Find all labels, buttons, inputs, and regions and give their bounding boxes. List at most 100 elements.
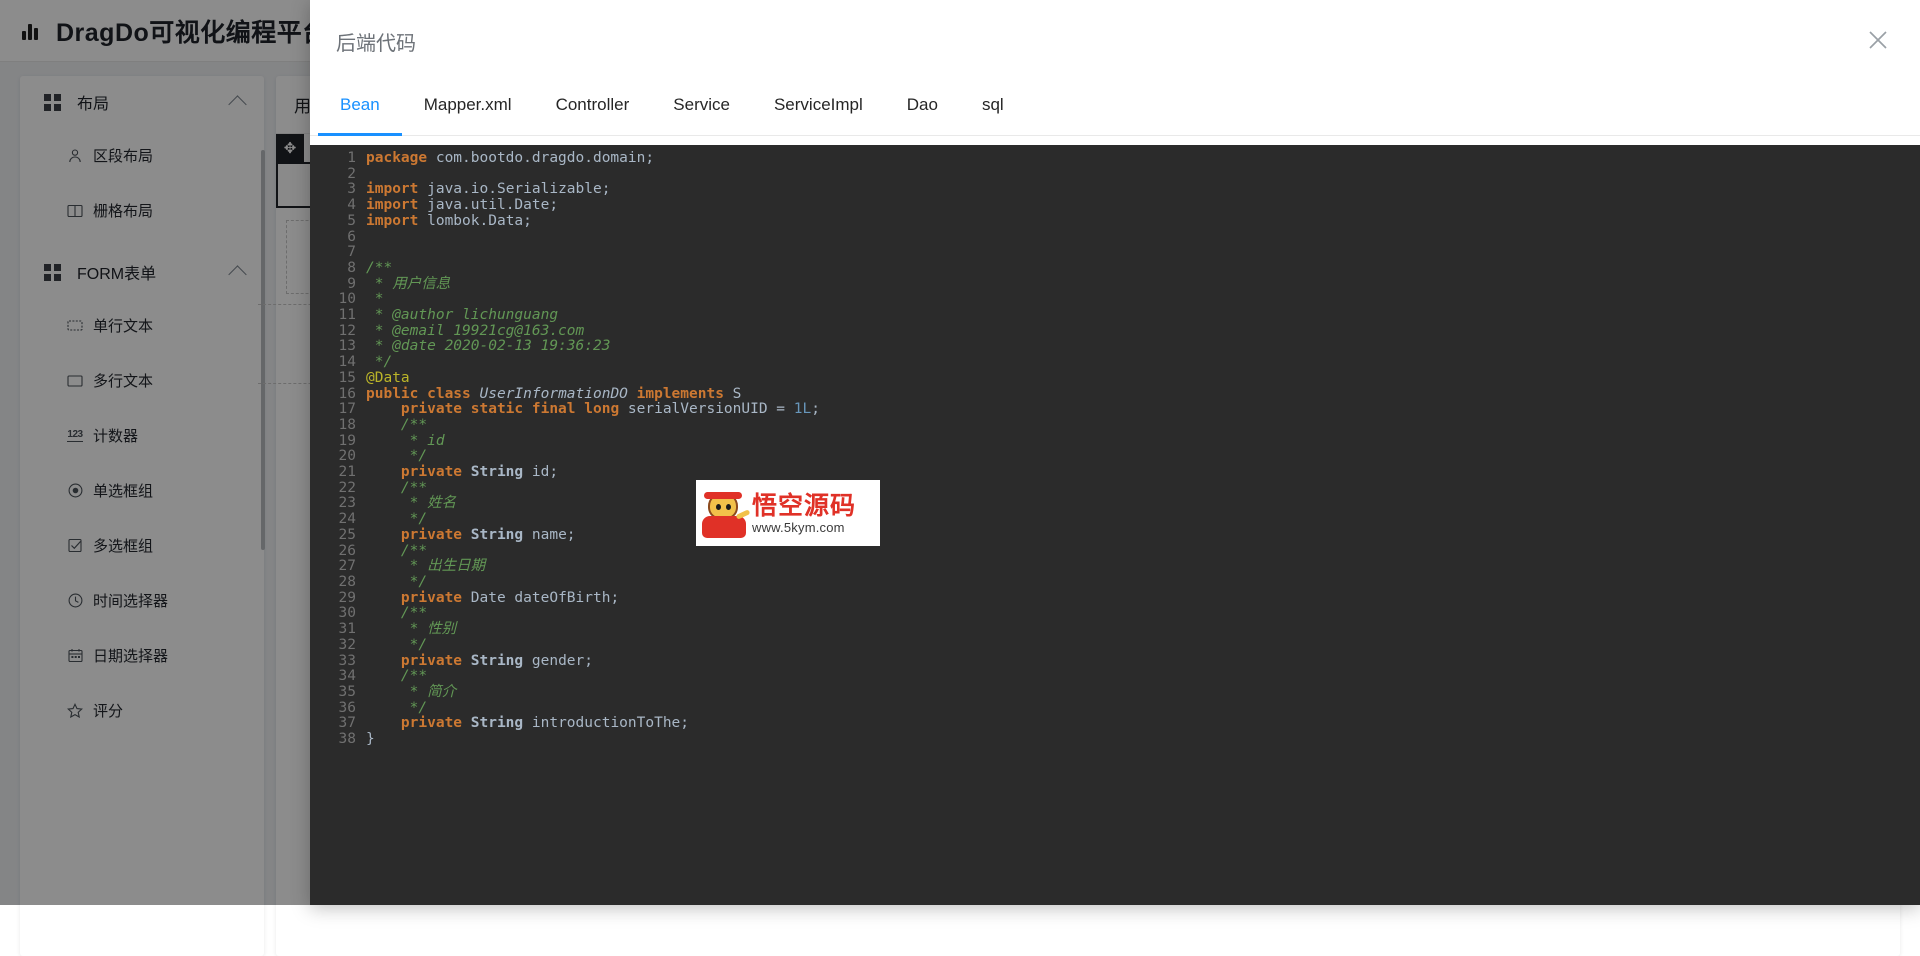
line-source: /** bbox=[366, 669, 1920, 685]
code-line: 9 * 用户信息 bbox=[310, 277, 1920, 293]
line-source: * id bbox=[366, 434, 1920, 450]
line-source: private String gender; bbox=[366, 654, 1920, 670]
monkey-king-logo-icon bbox=[700, 484, 750, 542]
line-number: 20 bbox=[310, 449, 366, 465]
modal-title: 后端代码 bbox=[336, 27, 416, 56]
watermark-overlay: 悟空源码 www.5kym.com bbox=[696, 480, 880, 546]
line-source: /** bbox=[366, 481, 1920, 497]
line-number: 16 bbox=[310, 387, 366, 403]
code-line: 37 private String introductionToThe; bbox=[310, 716, 1920, 732]
code-line: 33 private String gender; bbox=[310, 654, 1920, 670]
code-line: 30 /** bbox=[310, 606, 1920, 622]
code-line: 16public class UserInformationDO impleme… bbox=[310, 387, 1920, 403]
line-number: 26 bbox=[310, 544, 366, 560]
line-source: */ bbox=[366, 638, 1920, 654]
line-source: private String id; bbox=[366, 465, 1920, 481]
watermark-url: www.5kym.com bbox=[752, 520, 856, 535]
code-line: 12 * @email 19921cg@163.com bbox=[310, 324, 1920, 340]
line-number: 10 bbox=[310, 292, 366, 308]
code-tab-bar[interactable]: Bean Mapper.xml Controller Service Servi… bbox=[310, 88, 1920, 136]
code-viewer[interactable]: 1package com.bootdo.dragdo.domain;2 3imp… bbox=[310, 145, 1920, 905]
tab-dao[interactable]: Dao bbox=[885, 88, 960, 122]
modal-header: 后端代码 bbox=[310, 0, 1920, 88]
line-source: */ bbox=[366, 575, 1920, 591]
line-source: package com.bootdo.dragdo.domain; bbox=[366, 151, 1920, 167]
line-number: 29 bbox=[310, 591, 366, 607]
line-source: * 出生日期 bbox=[366, 559, 1920, 575]
tab-bean[interactable]: Bean bbox=[318, 88, 402, 122]
line-number: 4 bbox=[310, 198, 366, 214]
line-number: 33 bbox=[310, 654, 366, 670]
line-number: 14 bbox=[310, 355, 366, 371]
backend-code-modal: 后端代码 Bean Mapper.xml Controller Service … bbox=[310, 0, 1920, 905]
code-line: 36 */ bbox=[310, 701, 1920, 717]
tab-service[interactable]: Service bbox=[651, 88, 752, 122]
line-source: */ bbox=[366, 449, 1920, 465]
line-number: 17 bbox=[310, 402, 366, 418]
close-icon[interactable] bbox=[1858, 20, 1898, 60]
line-number: 3 bbox=[310, 182, 366, 198]
tab-sql[interactable]: sql bbox=[960, 88, 1026, 122]
code-line: 29 private Date dateOfBirth; bbox=[310, 591, 1920, 607]
code-line: 15@Data bbox=[310, 371, 1920, 387]
code-line: 26 /** bbox=[310, 544, 1920, 560]
code-line: 23 * 姓名 bbox=[310, 496, 1920, 512]
line-number: 21 bbox=[310, 465, 366, 481]
line-source: import java.util.Date; bbox=[366, 198, 1920, 214]
code-line: 17 private static final long serialVersi… bbox=[310, 402, 1920, 418]
line-number: 28 bbox=[310, 575, 366, 591]
line-number: 5 bbox=[310, 214, 366, 230]
line-source: * @author lichunguang bbox=[366, 308, 1920, 324]
line-number: 12 bbox=[310, 324, 366, 340]
line-source: private Date dateOfBirth; bbox=[366, 591, 1920, 607]
line-source: * 姓名 bbox=[366, 496, 1920, 512]
line-number: 30 bbox=[310, 606, 366, 622]
line-number: 38 bbox=[310, 732, 366, 748]
line-number: 11 bbox=[310, 308, 366, 324]
code-content: 1package com.bootdo.dragdo.domain;2 3imp… bbox=[310, 145, 1920, 748]
line-source: @Data bbox=[366, 371, 1920, 387]
line-source: private String introductionToThe; bbox=[366, 716, 1920, 732]
tab-controller[interactable]: Controller bbox=[534, 88, 652, 122]
code-line: 10 * bbox=[310, 292, 1920, 308]
line-source: import java.io.Serializable; bbox=[366, 182, 1920, 198]
code-line: 13 * @date 2020-02-13 19:36:23 bbox=[310, 339, 1920, 355]
code-line: 34 /** bbox=[310, 669, 1920, 685]
line-source: /** bbox=[366, 606, 1920, 622]
code-line: 6 bbox=[310, 230, 1920, 246]
line-number: 34 bbox=[310, 669, 366, 685]
code-line: 2 bbox=[310, 167, 1920, 183]
code-line: 3import java.io.Serializable; bbox=[310, 182, 1920, 198]
code-line: 14 */ bbox=[310, 355, 1920, 371]
line-number: 31 bbox=[310, 622, 366, 638]
line-number: 18 bbox=[310, 418, 366, 434]
code-line: 20 */ bbox=[310, 449, 1920, 465]
line-number: 32 bbox=[310, 638, 366, 654]
line-number: 13 bbox=[310, 339, 366, 355]
line-number: 27 bbox=[310, 559, 366, 575]
code-line: 1package com.bootdo.dragdo.domain; bbox=[310, 151, 1920, 167]
line-source bbox=[366, 245, 1920, 261]
line-number: 22 bbox=[310, 481, 366, 497]
tab-service-impl[interactable]: ServiceImpl bbox=[752, 88, 885, 122]
code-line: 31 * 性别 bbox=[310, 622, 1920, 638]
tab-mapper-xml[interactable]: Mapper.xml bbox=[402, 88, 534, 122]
code-line: 25 private String name; bbox=[310, 528, 1920, 544]
line-source: * @email 19921cg@163.com bbox=[366, 324, 1920, 340]
watermark-title: 悟空源码 bbox=[752, 492, 856, 520]
line-source: * 用户信息 bbox=[366, 277, 1920, 293]
code-line: 21 private String id; bbox=[310, 465, 1920, 481]
line-number: 23 bbox=[310, 496, 366, 512]
line-source: import lombok.Data; bbox=[366, 214, 1920, 230]
line-number: 19 bbox=[310, 434, 366, 450]
line-source: private String name; bbox=[366, 528, 1920, 544]
line-number: 36 bbox=[310, 701, 366, 717]
code-line: 11 * @author lichunguang bbox=[310, 308, 1920, 324]
line-number: 24 bbox=[310, 512, 366, 528]
line-source: */ bbox=[366, 355, 1920, 371]
line-source bbox=[366, 230, 1920, 246]
active-tab-indicator bbox=[318, 133, 402, 136]
line-source: /** bbox=[366, 261, 1920, 277]
line-source bbox=[366, 167, 1920, 183]
line-number: 37 bbox=[310, 716, 366, 732]
